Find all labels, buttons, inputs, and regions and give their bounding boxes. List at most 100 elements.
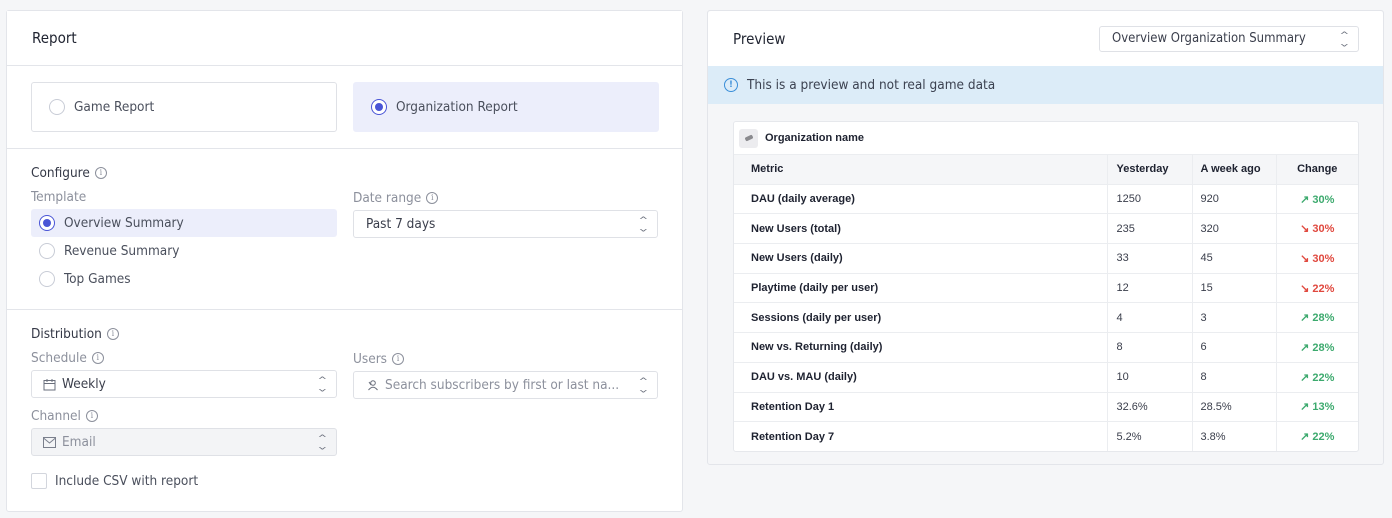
week-ago-cell: 920	[1191, 183, 1276, 214]
yesterday-cell: 8	[1106, 332, 1192, 363]
week-ago-cell: 3	[1191, 302, 1276, 333]
date-range-value: Past 7 days	[366, 216, 436, 232]
week-ago-cell: 15	[1191, 272, 1276, 303]
distribution-title: Distribution i	[31, 326, 119, 342]
yesterday-cell: 4	[1106, 302, 1192, 333]
schedule-label: Schedule i	[31, 350, 104, 366]
yesterday-cell: 5.2%	[1106, 421, 1192, 452]
include-csv-checkbox[interactable]	[31, 473, 47, 489]
configure-title-text: Configure	[31, 165, 90, 181]
channel-label-text: Channel	[31, 408, 81, 424]
template-radio[interactable]	[39, 215, 55, 231]
metric-cell: New vs. Returning (daily)	[734, 332, 1107, 363]
distribution-title-text: Distribution	[31, 326, 102, 342]
configure-title: Configure i	[31, 165, 107, 181]
table-row: Retention Day 7 5.2% 3.8% ↗ 22%	[734, 421, 1358, 452]
date-range-label: Date range i	[353, 190, 439, 206]
schedule-value: Weekly	[62, 376, 106, 392]
change-cell: ↘ 30%	[1275, 243, 1358, 274]
organization-header: Organization name	[734, 122, 1358, 154]
chevron-updown-icon: ^ ^	[638, 216, 649, 233]
week-ago-cell: 28.5%	[1191, 391, 1276, 422]
template-option-label: Revenue Summary	[64, 243, 180, 259]
change-cell: ↗ 28%	[1275, 302, 1358, 333]
metrics-table: Metric Yesterday A week ago Change DAU (…	[734, 154, 1358, 452]
change-cell: ↗ 28%	[1275, 332, 1358, 363]
preview-notice-text: This is a preview and not real game data	[747, 77, 996, 93]
template-option-revenue-summary[interactable]: Revenue Summary	[31, 237, 337, 265]
channel-label: Channel i	[31, 408, 98, 424]
chevron-updown-icon: ^ ^	[317, 434, 328, 451]
metric-cell: Playtime (daily per user)	[734, 272, 1107, 303]
yesterday-cell: 235	[1106, 213, 1192, 244]
column-header-week-ago: A week ago	[1191, 154, 1276, 185]
change-cell: ↗ 22%	[1275, 421, 1358, 452]
info-icon[interactable]: i	[94, 167, 107, 179]
include-csv-option[interactable]: Include CSV with report	[31, 473, 198, 489]
chevron-updown-icon: ^ ^	[638, 377, 649, 394]
organization-report-option[interactable]: Organization Report	[353, 82, 659, 132]
users-search-select[interactable]: Search subscribers by first or last na..…	[353, 371, 658, 399]
change-cell: ↘ 22%	[1275, 272, 1358, 303]
preview-table-card: Organization name Metric Yesterday A wee…	[733, 121, 1359, 453]
date-range-select[interactable]: Past 7 days ^ ^	[353, 210, 658, 238]
change-cell: ↗ 13%	[1275, 391, 1358, 422]
table-header-row: Metric Yesterday A week ago Change	[734, 154, 1358, 185]
game-report-radio[interactable]	[49, 99, 65, 115]
template-option-top-games[interactable]: Top Games	[31, 265, 337, 293]
schedule-label-text: Schedule	[31, 350, 87, 366]
organization-report-radio[interactable]	[371, 99, 387, 115]
table-row: New vs. Returning (daily) 8 6 ↗ 28%	[734, 332, 1358, 363]
users-label: Users i	[353, 351, 405, 367]
info-icon[interactable]: i	[106, 328, 119, 340]
metric-cell: DAU (daily average)	[734, 183, 1107, 214]
preview-template-select[interactable]: Overview Organization Summary ^ ^	[1099, 25, 1359, 52]
week-ago-cell: 6	[1191, 332, 1276, 363]
table-row: DAU vs. MAU (daily) 10 8 ↗ 22%	[734, 361, 1358, 392]
yesterday-cell: 1250	[1106, 183, 1192, 214]
metric-cell: Sessions (daily per user)	[734, 302, 1107, 333]
info-icon[interactable]: i	[85, 410, 98, 422]
preview-panel: Preview Overview Organization Summary ^ ^…	[707, 10, 1384, 465]
week-ago-cell: 45	[1191, 243, 1276, 274]
organization-report-label: Organization Report	[396, 99, 518, 115]
week-ago-cell: 3.8%	[1191, 421, 1276, 452]
users-label-text: Users	[353, 351, 388, 367]
preview-notice: ! This is a preview and not real game da…	[708, 66, 1383, 104]
template-option-label: Top Games	[64, 271, 131, 287]
report-panel: Report Game Report Organization Report C…	[6, 10, 683, 512]
column-header-change: Change	[1275, 154, 1358, 185]
calendar-icon	[43, 378, 56, 391]
yesterday-cell: 32.6%	[1106, 391, 1192, 422]
report-panel-title: Report	[7, 11, 682, 66]
yesterday-cell: 12	[1106, 272, 1192, 303]
template-radio[interactable]	[39, 271, 55, 287]
info-icon[interactable]: i	[426, 192, 439, 204]
table-row: New Users (daily) 33 45 ↘ 30%	[734, 243, 1358, 274]
preview-template-value: Overview Organization Summary	[1112, 31, 1306, 46]
template-label-text: Template	[31, 189, 87, 205]
template-radio[interactable]	[39, 243, 55, 259]
users-search-placeholder: Search subscribers by first or last na..…	[385, 377, 620, 393]
metric-cell: Retention Day 1	[734, 391, 1107, 422]
date-range-label-text: Date range	[353, 190, 422, 206]
configure-section: Configure i Template Overview Summary Re…	[7, 149, 682, 310]
table-row: Retention Day 1 32.6% 28.5% ↗ 13%	[734, 391, 1358, 422]
metric-cell: New Users (total)	[734, 213, 1107, 244]
table-row: Sessions (daily per user) 4 3 ↗ 28%	[734, 302, 1358, 333]
change-cell: ↘ 30%	[1275, 213, 1358, 244]
report-type-section: Game Report Organization Report	[7, 66, 682, 149]
organization-name: Organization name	[765, 132, 865, 144]
preview-title: Preview	[733, 29, 786, 48]
game-report-option[interactable]: Game Report	[31, 82, 337, 132]
template-option-overview-summary[interactable]: Overview Summary	[31, 209, 337, 237]
info-icon[interactable]: i	[392, 353, 405, 365]
chevron-updown-icon: ^ ^	[317, 376, 328, 393]
column-header-yesterday: Yesterday	[1106, 154, 1192, 185]
channel-select[interactable]: Email ^ ^	[31, 428, 337, 456]
game-report-label: Game Report	[74, 99, 155, 115]
schedule-select[interactable]: Weekly ^ ^	[31, 370, 337, 398]
change-cell: ↗ 30%	[1275, 183, 1358, 214]
table-row: DAU (daily average) 1250 920 ↗ 30%	[734, 183, 1358, 214]
info-icon[interactable]: i	[91, 352, 104, 364]
